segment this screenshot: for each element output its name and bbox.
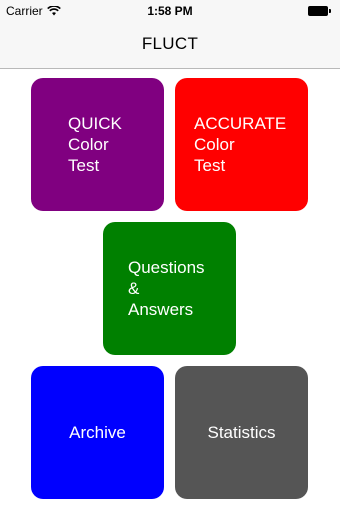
tile-label-line: Archive [69,423,126,442]
tile-label-line: Test [68,156,100,175]
statistics-button[interactable]: Statistics [175,366,308,499]
nav-title: FLUCT [141,34,199,53]
accurate-color-test-button[interactable]: ACCURATE Color Test [175,78,308,211]
tile-label-line: Questions [128,258,205,277]
status-time: 1:58 PM [147,4,193,18]
tile-label-line: & [128,279,140,298]
tile-label-line: QUICK [68,114,122,133]
tile-label-line: Statistics [207,423,276,442]
quick-color-test-button[interactable]: QUICK Color Test [31,78,164,211]
questions-answers-button[interactable]: Questions & Answers [103,222,236,355]
tile-label-line: ACCURATE [194,114,287,133]
archive-button[interactable]: Archive [31,366,164,499]
battery-icon [308,5,332,16]
status-bar: Carrier 1:58 PM [0,0,340,22]
tile-label-line: Color [68,135,109,154]
app-screen: Carrier 1:58 PM FLUCT QUICK Color Test A… [0,0,340,510]
tile-label-line: Test [194,156,226,175]
navigation-header: Carrier 1:58 PM FLUCT [0,0,340,69]
tile-label-line: Color [194,135,235,154]
tile-label-line: Answers [128,300,194,319]
